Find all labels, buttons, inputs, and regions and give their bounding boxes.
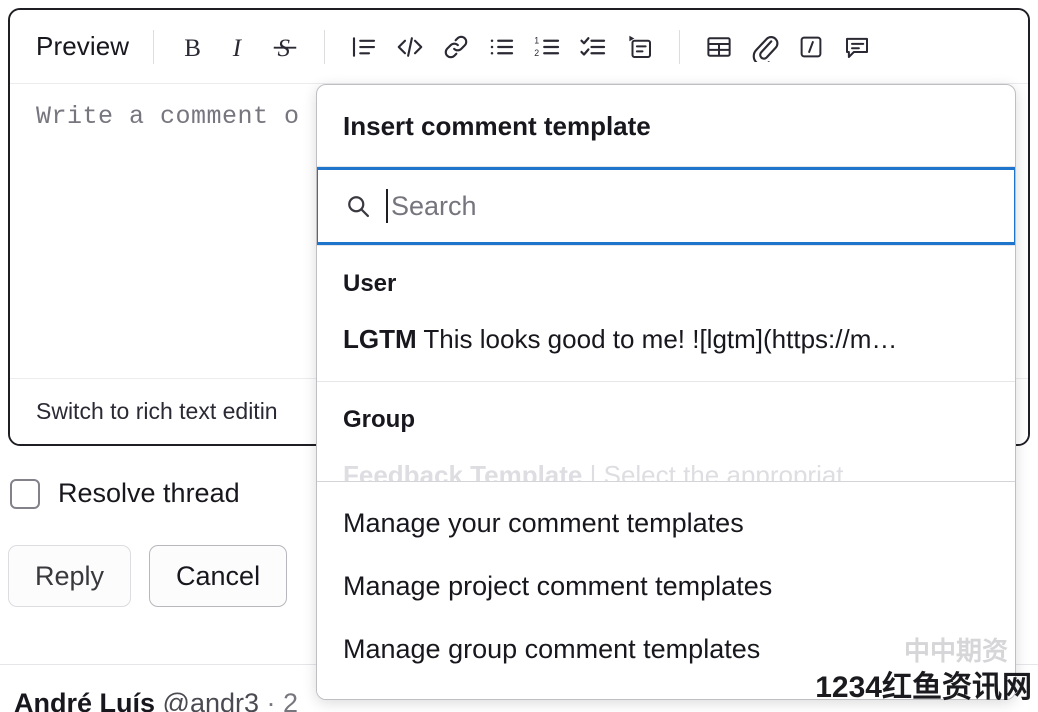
section-label-user: User [343, 270, 397, 297]
collapsible-section-icon[interactable] [617, 24, 663, 70]
checklist-icon[interactable] [571, 24, 617, 70]
bold-icon[interactable]: B [170, 24, 216, 70]
list-item[interactable]: LGTM This looks good to me! ![lgtm](http… [317, 310, 1015, 371]
section-label-group: Group [343, 406, 415, 433]
toolbar-group-text: B I S [170, 24, 308, 70]
svg-text:B: B [184, 34, 201, 61]
thread-author-name: André Luís [14, 688, 156, 712]
quote-icon[interactable] [341, 24, 387, 70]
thread-timestamp: 2 [283, 688, 299, 712]
slash-command-icon[interactable] [788, 24, 834, 70]
thread-author-handle[interactable]: @andr3 [163, 688, 259, 712]
toolbar-divider [679, 29, 681, 64]
resolve-thread-checkbox[interactable] [10, 478, 40, 509]
dropdown-title: Insert comment template [343, 111, 651, 141]
dropdown-results-list[interactable]: User LGTM This looks good to me! ![lgtm]… [317, 245, 1015, 481]
bulleted-list-icon[interactable] [479, 24, 525, 70]
attachment-icon[interactable] [742, 24, 788, 70]
template-name: Feedback Template [343, 460, 583, 481]
search-input[interactable]: Search [317, 167, 1015, 245]
search-input-placeholder: Search [391, 190, 477, 221]
table-icon[interactable] [696, 24, 742, 70]
toolbar-divider [153, 29, 155, 64]
code-icon[interactable] [387, 24, 433, 70]
link-icon[interactable] [433, 24, 479, 70]
thread-author-line: André Luís @andr3 · 2 [14, 688, 298, 712]
manage-your-comment-templates-item[interactable]: Manage your comment templates [317, 492, 1015, 555]
toolbar-group-insert [696, 24, 880, 70]
manage-group-comment-templates-item[interactable]: Manage group comment templates [317, 618, 1015, 681]
template-description: This looks good to me! ![lgtm](https://m… [423, 324, 898, 354]
template-description: | Select the appropriat [589, 460, 844, 481]
manage-project-comment-templates-item[interactable]: Manage project comment templates [317, 555, 1015, 618]
italic-icon[interactable]: I [216, 24, 262, 70]
preview-toggle-button[interactable]: Preview [32, 27, 137, 66]
text-cursor [386, 189, 388, 223]
markdown-toolbar: Preview B I S [10, 10, 1028, 84]
comment-template-icon[interactable] [834, 24, 880, 70]
toolbar-group-blocks: 1 2 [341, 24, 663, 70]
template-name: LGTM [343, 324, 417, 354]
search-icon [344, 192, 372, 220]
list-item[interactable]: Feedback Template | Select the appropria… [317, 446, 1015, 481]
action-button-row: Reply Cancel [8, 545, 288, 607]
dropdown-footer: Manage your comment templates Manage pro… [317, 481, 1015, 699]
strikethrough-icon[interactable]: S [262, 24, 308, 70]
svg-text:I: I [232, 34, 243, 61]
insert-comment-template-dropdown: Insert comment template Search User LGTM… [316, 84, 1016, 700]
svg-text:2: 2 [534, 47, 539, 57]
thread-separator: · [266, 688, 276, 712]
cancel-button[interactable]: Cancel [149, 545, 288, 607]
numbered-list-icon[interactable]: 1 2 [525, 24, 571, 70]
toolbar-divider [324, 29, 326, 64]
dropdown-search-wrap: Search [317, 166, 1015, 245]
screen-root: Preview B I S [0, 0, 1038, 712]
reply-button[interactable]: Reply [8, 545, 132, 607]
switch-to-rich-text-link[interactable]: Switch to rich text editin [36, 398, 278, 425]
resolve-thread-label[interactable]: Resolve thread [58, 478, 240, 509]
resolve-thread-row: Resolve thread [10, 478, 240, 509]
svg-text:1: 1 [534, 35, 539, 45]
